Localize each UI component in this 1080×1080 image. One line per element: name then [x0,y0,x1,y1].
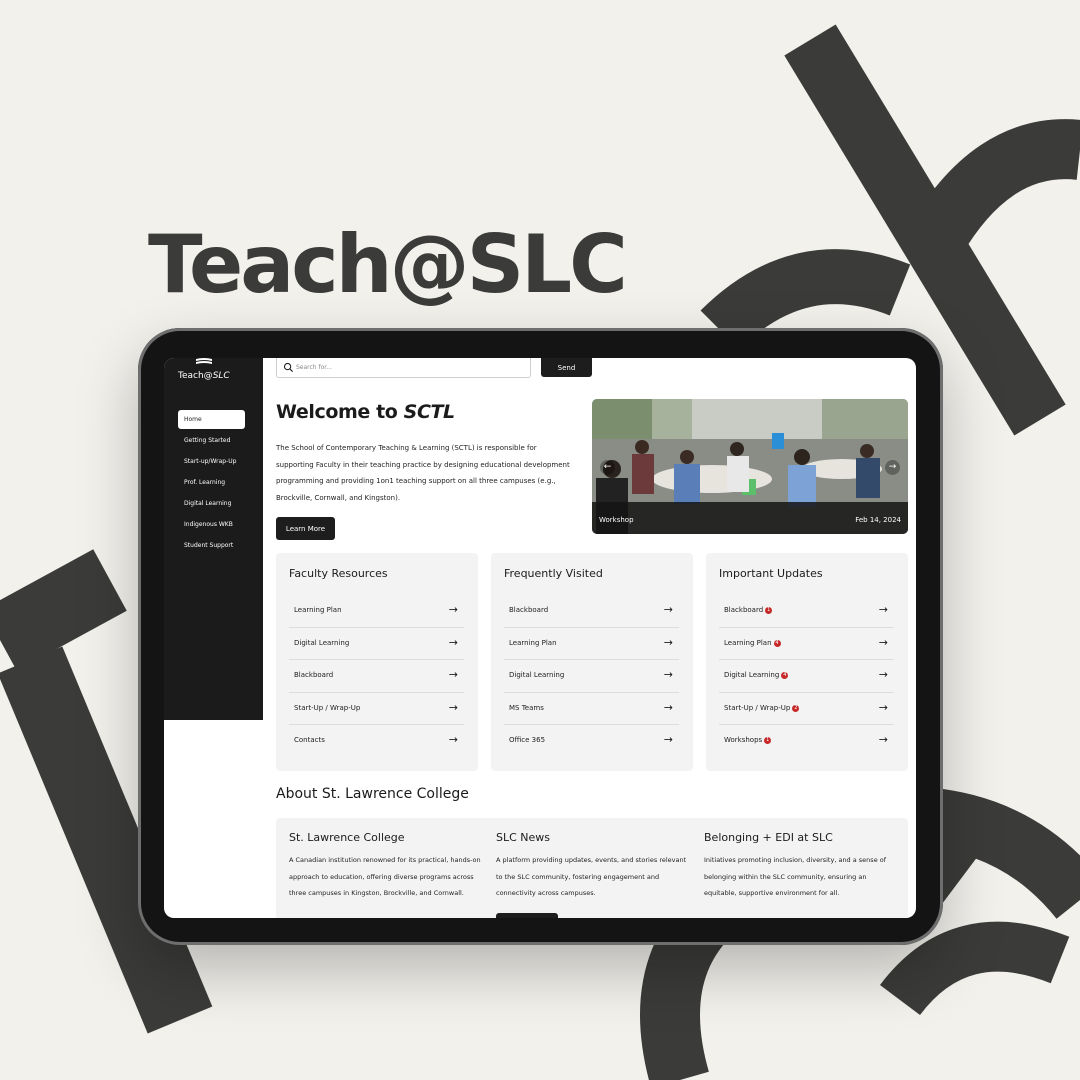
arrow-right-icon: → [448,733,458,747]
about-column-title: SLC News [496,831,551,844]
notification-badge: 1 [764,737,772,745]
list-item-label: Blackboard [294,671,334,680]
list-item-label: Contacts [294,736,325,745]
list-item-label: Digital Learning 4 [724,671,789,680]
notification-badge: 4 [773,639,781,647]
sidebar-item-digital-learning[interactable]: Digital Learning [178,494,245,513]
list-item-label: Digital Learning [294,638,350,647]
arrow-right-icon: → [663,668,673,682]
about-panel: St. Lawrence College A Canadian institut… [276,818,908,918]
list-item-label: Blackboard [509,606,549,614]
card-list: Learning Plan → Digital Learning → Blackbo… [289,595,464,758]
about-column-title: Belonging + EDI at SLC [704,831,833,844]
list-item[interactable]: Learning Plan 4 → [719,628,894,661]
faculty-resources-card: Faculty Resources Learning Plan → Digital… [276,553,478,771]
arrow-right-icon: → [448,635,458,649]
card-title: Important Updates [719,567,823,580]
list-item[interactable]: Digital Learning → [289,628,464,661]
carousel-prev-button[interactable]: ← [600,460,615,475]
arrow-right-icon: → [878,700,888,714]
list-item[interactable]: Learning Plan → [504,628,679,661]
frequently-visited-card: Frequently Visited Blackboard → Learning … [491,553,693,771]
sidebar-item-prof-learning[interactable]: Prof. Learning [178,473,245,492]
notification-badge: 2 [792,704,800,712]
hero-title: Teach@SLC [148,218,628,311]
sidebar-item-indigenous-wkb[interactable]: Indigenous WKB [178,515,245,534]
about-column-title: St. Lawrence College [289,831,405,844]
intro-text: The School of Contemporary Teaching & Le… [276,444,570,502]
list-item[interactable]: Digital Learning 4 → [719,660,894,693]
list-item[interactable]: Blackboard → [289,660,464,693]
arrow-right-icon: → [878,635,888,649]
list-item-label: Learning Plan [509,638,557,647]
about-section-title: About St. Lawrence College [276,786,469,802]
card-title: Frequently Visited [504,567,603,580]
arrow-right-icon: → [878,603,888,616]
photo-carousel[interactable]: ← → Workshop Feb 14, 2024 [592,399,908,534]
about-column-text: A platform providing updates, events, an… [496,856,687,898]
list-item-label: MS Teams [509,703,544,712]
tablet-frame: Teach@SLC Home Getting Started Start-up/… [138,328,943,945]
arrow-right-icon: → [878,668,888,682]
card-list: Blackboard 1 → Learning Plan 4 → Digital Lea… [719,595,894,758]
about-column-text: Initiatives promoting inclusion, diversi… [704,856,887,898]
arrow-right-icon: → [663,700,673,714]
about-column-news: SLC News A platform providing updates, e… [496,831,688,902]
sidebar-item-student-support[interactable]: Student Support [178,536,245,555]
list-item-label: Learning Plan 4 [724,638,781,647]
card-title: Faculty Resources [289,567,388,580]
arrow-right-icon: → [878,733,888,747]
list-item[interactable]: MS Teams → [504,693,679,726]
about-column-slc: St. Lawrence College A Canadian institut… [289,831,481,902]
list-item[interactable]: Start-Up / Wrap-Up → [289,693,464,726]
slc-logo-icon [196,358,212,364]
sidebar-logo-text: Teach@SLC [178,371,230,381]
list-item[interactable]: Learning Plan → [289,595,464,628]
slc-news-button[interactable] [496,913,558,918]
search-input[interactable] [296,361,521,374]
list-item-label: Office 365 [509,736,546,745]
carousel-next-button[interactable]: → [885,460,900,475]
about-column-text: A Canadian institution renowned for its … [289,856,481,898]
list-item[interactable]: Contacts → [289,725,464,758]
arrow-right-icon: → [663,733,673,747]
notification-badge: 1 [765,607,773,614]
learn-more-button[interactable]: Learn More [276,517,335,540]
sidebar-item-startup-wrapup[interactable]: Start-up/Wrap-Up [178,452,245,471]
notification-badge: 4 [781,672,789,680]
list-item[interactable]: Workshops 1 → [719,725,894,758]
list-item-label: Blackboard 1 [724,606,773,614]
arrow-right-icon: → [448,668,458,682]
about-column-edi: Belonging + EDI at SLC Initiatives promo… [704,831,896,902]
list-item-label: Learning Plan [294,606,342,614]
list-item-label: Workshops 1 [724,736,772,745]
list-item[interactable]: Digital Learning → [504,660,679,693]
carousel-date: Feb 14, 2024 [855,516,901,524]
sidebar: Teach@SLC Home Getting Started Start-up/… [164,358,263,720]
tablet-screen: Teach@SLC Home Getting Started Start-up/… [164,358,916,918]
list-item[interactable]: Start-Up / Wrap-Up 2 → [719,693,894,726]
arrow-right-icon: → [663,635,673,649]
list-item-label: Start-Up / Wrap-Up 2 [724,703,800,712]
send-button[interactable]: Send [541,358,592,377]
important-updates-card: Important Updates Blackboard 1 → Learning … [706,553,908,771]
sidebar-item-home[interactable]: Home [178,410,245,429]
search-bar [276,358,531,378]
arrow-right-icon: → [448,603,458,616]
search-icon [283,362,294,373]
arrow-right-icon: → [448,700,458,714]
list-item[interactable]: Blackboard 1 → [719,595,894,628]
list-item-label: Digital Learning [509,671,565,680]
page-title: Welcome to SCTL [276,401,455,423]
sidebar-item-getting-started[interactable]: Getting Started [178,431,245,450]
list-item[interactable]: Blackboard → [504,595,679,628]
card-list: Blackboard → Learning Plan → Digital Learn… [504,595,679,758]
list-item-label: Start-Up / Wrap-Up [294,703,361,712]
sidebar-nav: Home Getting Started Start-up/Wrap-Up Pr… [178,410,245,557]
carousel-caption: Workshop [599,516,634,524]
arrow-right-icon: → [663,603,673,616]
carousel-caption-bar: Workshop Feb 14, 2024 [592,502,908,534]
list-item[interactable]: Office 365 → [504,725,679,758]
